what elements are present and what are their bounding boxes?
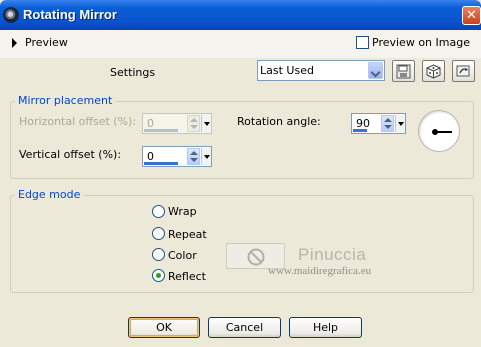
preview-on-image-checkbox[interactable]: [356, 36, 369, 49]
randomize-icon: [426, 64, 441, 79]
preset-value: Last Used: [260, 64, 314, 77]
expand-arrow-icon[interactable]: [12, 38, 17, 48]
edge-mode-color-radio[interactable]: [152, 248, 165, 261]
horizontal-offset-spinner: 0: [142, 113, 212, 134]
preview-toggle-label[interactable]: Preview: [25, 36, 68, 49]
preview-bar: Preview Preview on Image: [0, 30, 481, 58]
spin-arrows-icon[interactable]: [187, 148, 200, 165]
preset-dropdown[interactable]: Last Used: [257, 60, 385, 81]
help-button[interactable]: Help: [289, 317, 362, 338]
edge-mode-wrap-label[interactable]: Wrap: [168, 205, 197, 218]
watermark-url: www.maidiregrafica.eu: [268, 265, 372, 277]
spin-arrows-icon[interactable]: [381, 115, 394, 132]
no-color-icon: [247, 248, 265, 266]
ok-button[interactable]: OK: [128, 317, 200, 338]
cancel-button[interactable]: Cancel: [208, 317, 281, 338]
spin-arrows-icon: [187, 115, 200, 132]
edge-mode-title: Edge mode: [15, 188, 84, 201]
reset-icon: [456, 65, 470, 77]
horizontal-offset-label: Horizontal offset (%):: [19, 115, 137, 128]
randomize-button[interactable]: [422, 60, 445, 82]
title-bar: Rotating Mirror ✕: [0, 0, 481, 30]
camera-lens-icon: [3, 7, 19, 23]
edge-mode-reflect-label[interactable]: Reflect: [168, 270, 206, 283]
preview-on-image-label[interactable]: Preview on Image: [372, 36, 470, 49]
slider-dropdown-icon[interactable]: [395, 115, 405, 132]
value-indicator-bar: [144, 162, 178, 165]
edge-mode-color-label[interactable]: Color: [168, 249, 197, 262]
save-preset-button[interactable]: [392, 60, 415, 82]
slider-dropdown-icon[interactable]: [201, 148, 211, 165]
settings-label: Settings: [110, 66, 156, 79]
vertical-offset-label: Vertical offset (%):: [19, 148, 122, 161]
vertical-offset-spinner[interactable]: 0: [142, 146, 212, 167]
value-indicator-bar: [353, 129, 367, 132]
mirror-placement-title: Mirror placement: [15, 94, 116, 107]
close-button[interactable]: ✕: [462, 6, 481, 25]
edge-mode-repeat-radio[interactable]: [152, 227, 165, 240]
reset-button[interactable]: [452, 60, 475, 82]
rotation-angle-spinner[interactable]: 90: [351, 113, 406, 134]
chevron-down-icon[interactable]: [368, 62, 383, 79]
value-indicator-bar: [144, 129, 178, 132]
watermark-name: Pinuccia: [298, 245, 367, 264]
rotation-angle-label: Rotation angle:: [237, 115, 321, 128]
dial-handle-icon[interactable]: [432, 129, 438, 135]
edge-mode-repeat-label[interactable]: Repeat: [168, 228, 207, 241]
slider-dropdown-icon: [201, 115, 211, 132]
edge-mode-reflect-radio[interactable]: [152, 269, 165, 282]
rotation-angle-dial[interactable]: [418, 110, 460, 152]
save-preset-icon: [396, 64, 411, 79]
edge-mode-wrap-radio[interactable]: [152, 205, 165, 218]
window-title: Rotating Mirror: [23, 7, 117, 22]
